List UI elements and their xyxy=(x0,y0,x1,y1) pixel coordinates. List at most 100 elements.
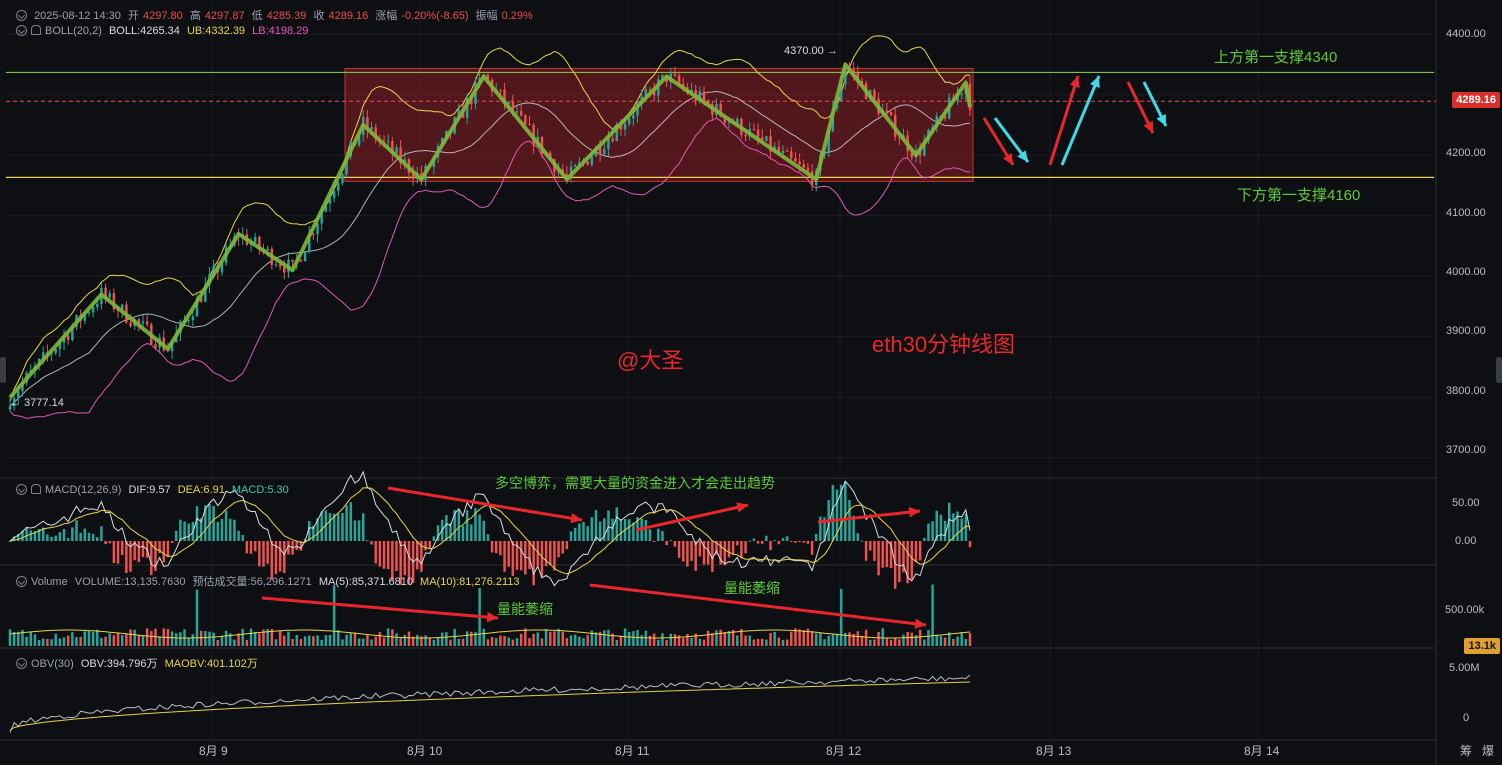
macd-histogram-bar xyxy=(507,541,510,567)
volume-bar xyxy=(528,638,531,646)
volume-bar xyxy=(170,631,174,646)
macd-visibility-icon[interactable] xyxy=(16,484,27,495)
candle-datetime: 2025-08-12 14:30 xyxy=(34,10,121,22)
candle-body xyxy=(312,234,315,236)
volume-bar xyxy=(440,632,444,646)
visibility-toggle-icon[interactable] xyxy=(16,10,27,21)
macd-tick: 50.00 xyxy=(1452,497,1480,509)
current-price-tag: 4289.16 xyxy=(1452,92,1500,108)
projection-arrow-up xyxy=(1048,75,1080,166)
candle-body xyxy=(395,147,398,154)
price-tick: 3700.00 xyxy=(1446,444,1486,456)
volume-bar xyxy=(931,584,934,646)
volume-tick: 500.00k xyxy=(1445,604,1485,616)
volume-bar xyxy=(187,637,190,646)
macd-histogram-bar xyxy=(432,536,436,541)
boll-lb-value: LB:4198.29 xyxy=(252,25,309,37)
volume-bar xyxy=(561,631,564,646)
macd-histogram-bar xyxy=(968,541,972,548)
volume-bar xyxy=(573,634,577,646)
candle-body xyxy=(702,91,706,101)
volume-bar xyxy=(108,633,111,646)
macd-histogram-bar xyxy=(349,502,353,541)
volume-bar xyxy=(640,635,643,646)
boll-mid-value: BOLL:4265.34 xyxy=(108,25,180,37)
obv-visibility-icon[interactable] xyxy=(16,658,27,669)
low-label: 低 xyxy=(251,10,263,22)
volume-visibility-icon[interactable] xyxy=(16,576,27,587)
macd-histogram-bar xyxy=(486,534,490,541)
volume-bar xyxy=(320,639,323,646)
macd-histogram-bar xyxy=(66,538,70,541)
time-label: 8月 12 xyxy=(826,744,862,758)
liquidation-button[interactable]: 爆 xyxy=(1482,742,1494,759)
macd-histogram-bar xyxy=(233,519,236,541)
macd-histogram-bar xyxy=(698,541,702,557)
macd-histogram-bar xyxy=(844,481,847,541)
candle-body xyxy=(96,303,99,307)
volume-bar xyxy=(283,635,286,646)
volume-bar xyxy=(353,632,357,646)
volume-estimate: 预估成交量:56,296.1271 xyxy=(192,576,312,588)
macd-legend[interactable]: MACD(12,26,9) DIF:9.57 DEA:6.91 MACD:5.3… xyxy=(16,484,293,496)
volume-bar xyxy=(116,632,120,646)
macd-histogram-bar xyxy=(864,541,868,561)
volume-bar xyxy=(432,639,436,646)
macd-histogram-bar xyxy=(632,522,635,541)
macd-histogram-bar xyxy=(79,532,82,541)
volume-bar xyxy=(83,631,87,646)
macd-arrow xyxy=(635,503,749,532)
right-panel-toggle[interactable] xyxy=(1496,357,1502,383)
macd-histogram-bar xyxy=(83,528,87,541)
macd-histogram-bar xyxy=(657,528,660,541)
volume-bar xyxy=(848,632,851,646)
macd-alert-bell-icon[interactable] xyxy=(31,484,41,494)
macd-histogram-bar xyxy=(116,541,120,564)
volume-bar xyxy=(312,636,315,646)
chip-button[interactable]: 筹 xyxy=(1460,742,1472,759)
chart-canvas[interactable] xyxy=(0,0,1502,765)
macd-histogram-bar xyxy=(777,541,781,545)
macd-label: MACD(12,26,9) xyxy=(45,484,122,496)
candle-body xyxy=(590,156,594,165)
volume-bar xyxy=(278,630,282,646)
candle-body xyxy=(673,73,677,76)
macd-histogram-bar xyxy=(490,541,494,553)
volume-bar xyxy=(885,637,889,646)
boll-ub-value: UB:4332.39 xyxy=(186,25,246,37)
macd-histogram-bar xyxy=(295,541,298,551)
volume-bar xyxy=(943,637,947,646)
macd-histogram-bar xyxy=(869,541,872,551)
candle-body xyxy=(299,259,303,262)
alert-bell-icon[interactable] xyxy=(31,25,41,35)
volume-label: Volume xyxy=(31,576,68,588)
volume-bar xyxy=(835,633,839,646)
candle-body xyxy=(794,157,797,162)
macd-histogram-bar xyxy=(208,504,211,541)
macd-histogram-bar xyxy=(744,541,747,554)
macd-histogram-bar xyxy=(503,541,506,572)
left-panel-toggle[interactable] xyxy=(0,357,6,383)
volume-bar xyxy=(652,633,656,646)
obv-legend[interactable]: OBV(30) OBV:394.796万 MAOBV:401.102万 xyxy=(16,655,262,671)
volume-bar xyxy=(112,635,116,646)
obv-value: OBV:394.796万 xyxy=(80,658,158,670)
volume-legend[interactable]: Volume VOLUME:13,135.7630 预估成交量:56,296.1… xyxy=(16,573,524,589)
macd-histogram-bar xyxy=(245,541,249,554)
macd-histogram-bar xyxy=(731,541,735,555)
boll-visibility-icon[interactable] xyxy=(16,25,27,36)
macd-dea-line xyxy=(9,487,971,575)
volume-bar xyxy=(391,629,394,646)
macd-histogram-bar xyxy=(162,541,166,563)
maobv-line xyxy=(9,681,971,731)
change-label: 涨幅 xyxy=(375,10,398,22)
change-value: -0.20%(-8.65) xyxy=(401,10,469,22)
volume-bar xyxy=(519,633,523,646)
volume-bar xyxy=(341,639,344,646)
volume-bar xyxy=(96,629,99,646)
boll-legend[interactable]: BOLL(20,2) BOLL:4265.34 UB:4332.39 LB:41… xyxy=(16,25,312,37)
volume-bar xyxy=(644,630,648,646)
macd-hist-value: MACD:5.30 xyxy=(231,484,289,496)
candle-body xyxy=(573,165,577,167)
volume-bar xyxy=(511,639,515,646)
